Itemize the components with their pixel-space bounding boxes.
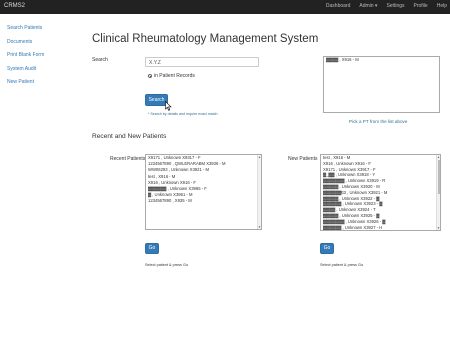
mouse-cursor-icon <box>165 101 172 111</box>
list-item[interactable]: ▓▓▓▓▓▓ , Unknown X3927 - H <box>321 225 440 230</box>
list-item[interactable]: ▓▓▓▓ , X916 - M <box>324 57 439 63</box>
search-label: Search <box>92 57 108 63</box>
sidebar-item-new-patient[interactable]: New Patient <box>7 79 77 85</box>
search-results-list[interactable]: ▓▓▓▓ , X916 - M <box>323 56 440 113</box>
recent-patients-list[interactable]: X9171 , Unknown X9317 - F 1234567890 , Q… <box>145 154 262 230</box>
top-navbar: CRMS2 Dashboard Admin ▾ Settings Profile… <box>0 0 450 14</box>
recent-go-button[interactable]: Go <box>145 243 159 254</box>
nav-profile[interactable]: Profile <box>414 3 428 9</box>
nav-settings[interactable]: Settings <box>386 3 404 9</box>
sidebar-item-search-patients[interactable]: Search Patients <box>7 25 77 31</box>
new-patients-label: New Patients <box>288 156 318 162</box>
scroll-up-icon[interactable]: ▲ <box>437 155 440 159</box>
recent-patients-label: Recent Patients <box>110 156 146 162</box>
nav-dashboard[interactable]: Dashboard <box>326 3 350 9</box>
pick-patient-hint: Pick a PT from the list above <box>349 119 408 124</box>
patient-records-option[interactable]: in Patient Records <box>148 73 195 79</box>
nav-help[interactable]: Help <box>437 3 447 9</box>
page-title: Clinical Rheumatology Management System <box>92 33 319 45</box>
recent-list-scrollbar[interactable]: ▲ ▼ <box>257 155 261 229</box>
nav-links: Dashboard Admin ▾ Settings Profile Help <box>326 3 447 9</box>
brand-logo[interactable]: CRMS2 <box>4 3 25 9</box>
scroll-up-icon[interactable]: ▲ <box>258 155 261 159</box>
sidebar-item-system-audit[interactable]: System Audit <box>7 66 77 72</box>
new-patients-list[interactable]: test , X916 - M X916 , Unknown X916 - F … <box>320 154 441 231</box>
scroll-down-icon[interactable]: ▼ <box>437 226 440 230</box>
patient-records-option-label: in Patient Records <box>154 73 195 79</box>
new-go-hint: Select patient & press Go <box>320 263 364 267</box>
list-item[interactable]: 1234567890 , X935 - M <box>146 198 261 204</box>
recent-go-hint: Select patient & press Go <box>145 263 189 267</box>
radio-selected-icon[interactable] <box>148 74 152 78</box>
sidebar-item-print-blank-form[interactable]: Print Blank Form <box>7 52 77 58</box>
new-go-button[interactable]: Go <box>320 243 334 254</box>
search-help-text: * Search by details and require exact ma… <box>148 112 218 116</box>
search-input[interactable]: X.Y.Z <box>145 57 259 67</box>
sidebar: Search Patients Documents Print Blank Fo… <box>7 25 77 93</box>
scroll-thumb[interactable] <box>437 160 440 194</box>
recent-new-section-title: Recent and New Patients <box>92 133 167 140</box>
new-list-scrollbar[interactable]: ▲ ▼ <box>436 155 440 230</box>
sidebar-item-documents[interactable]: Documents <box>7 39 77 45</box>
scroll-down-icon[interactable]: ▼ <box>258 225 261 229</box>
nav-admin-dropdown[interactable]: Admin ▾ <box>359 3 377 9</box>
